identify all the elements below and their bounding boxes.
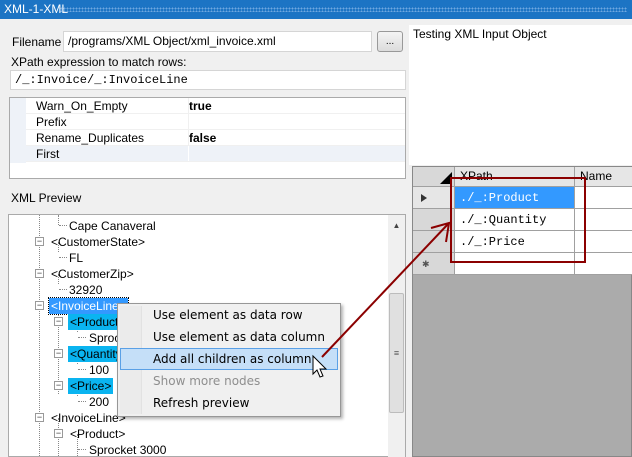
mouse-cursor-icon	[312, 354, 328, 378]
annotation-overlay	[312, 177, 586, 378]
annotation-box	[450, 177, 586, 263]
annotation-arrow	[321, 222, 450, 358]
